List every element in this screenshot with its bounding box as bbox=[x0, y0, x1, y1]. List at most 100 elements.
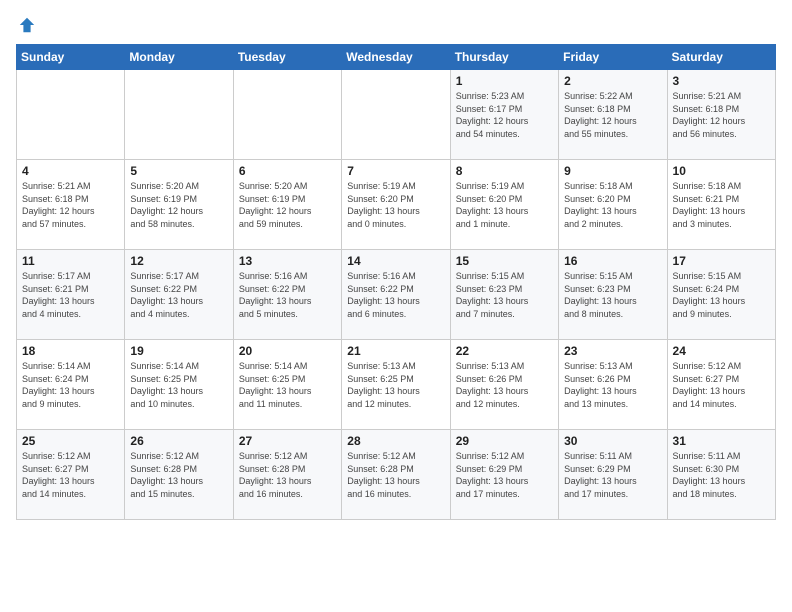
calendar-cell: 21 Sunrise: 5:13 AM Sunset: 6:25 PM Dayli… bbox=[342, 340, 450, 430]
calendar-cell: 30Sunrise: 5:11 AM Sunset: 6:29 PM Dayli… bbox=[559, 430, 667, 520]
calendar-cell: 5 Sunrise: 5:20 AM Sunset: 6:19 PM Daylig… bbox=[125, 160, 233, 250]
day-number: 3 bbox=[673, 74, 770, 88]
weekday-header: Tuesday bbox=[233, 45, 341, 70]
day-content: Sunrise: 5:12 AM Sunset: 6:27 PM Dayligh… bbox=[22, 450, 119, 500]
calendar-cell: 24Sunrise: 5:12 AM Sunset: 6:27 PM Dayli… bbox=[667, 340, 775, 430]
calendar-cell: 2Sunrise: 5:22 AM Sunset: 6:18 PM Daylig… bbox=[559, 70, 667, 160]
weekday-header: Sunday bbox=[17, 45, 125, 70]
day-number: 24 bbox=[673, 344, 770, 358]
weekday-header: Monday bbox=[125, 45, 233, 70]
calendar-cell: 14 Sunrise: 5:16 AM Sunset: 6:22 PM Dayli… bbox=[342, 250, 450, 340]
day-number: 26 bbox=[130, 434, 227, 448]
day-content: Sunrise: 5:11 AM Sunset: 6:30 PM Dayligh… bbox=[673, 450, 770, 500]
day-content: Sunrise: 5:13 AM Sunset: 6:26 PM Dayligh… bbox=[456, 360, 553, 410]
day-number: 21 bbox=[347, 344, 444, 358]
calendar-cell: 13Sunrise: 5:16 AM Sunset: 6:22 PM Dayli… bbox=[233, 250, 341, 340]
day-number: 23 bbox=[564, 344, 661, 358]
logo bbox=[16, 16, 38, 34]
calendar-header: SundayMondayTuesdayWednesdayThursdayFrid… bbox=[17, 45, 776, 70]
day-content: Sunrise: 5:21 AM Sunset: 6:18 PM Dayligh… bbox=[22, 180, 119, 230]
day-number: 1 bbox=[456, 74, 553, 88]
calendar-cell: 26 Sunrise: 5:12 AM Sunset: 6:28 PM Dayli… bbox=[125, 430, 233, 520]
day-number: 15 bbox=[456, 254, 553, 268]
weekday-header: Thursday bbox=[450, 45, 558, 70]
day-content: Sunrise: 5:23 AM Sunset: 6:17 PM Dayligh… bbox=[456, 90, 553, 140]
day-content: Sunrise: 5:12 AM Sunset: 6:28 PM Dayligh… bbox=[239, 450, 336, 500]
day-content: Sunrise: 5:16 AM Sunset: 6:22 PM Dayligh… bbox=[347, 270, 444, 320]
calendar-cell bbox=[17, 70, 125, 160]
logo-icon bbox=[18, 16, 36, 34]
day-content: Sunrise: 5:18 AM Sunset: 6:21 PM Dayligh… bbox=[673, 180, 770, 230]
day-number: 20 bbox=[239, 344, 336, 358]
calendar-cell: 23 Sunrise: 5:13 AM Sunset: 6:26 PM Dayli… bbox=[559, 340, 667, 430]
day-number: 8 bbox=[456, 164, 553, 178]
day-content: Sunrise: 5:20 AM Sunset: 6:19 PM Dayligh… bbox=[130, 180, 227, 230]
calendar-cell: 27 Sunrise: 5:12 AM Sunset: 6:28 PM Dayli… bbox=[233, 430, 341, 520]
day-number: 9 bbox=[564, 164, 661, 178]
day-number: 13 bbox=[239, 254, 336, 268]
day-content: Sunrise: 5:19 AM Sunset: 6:20 PM Dayligh… bbox=[456, 180, 553, 230]
weekday-header: Wednesday bbox=[342, 45, 450, 70]
calendar-cell: 6Sunrise: 5:20 AM Sunset: 6:19 PM Daylig… bbox=[233, 160, 341, 250]
day-number: 18 bbox=[22, 344, 119, 358]
calendar-cell: 19 Sunrise: 5:14 AM Sunset: 6:25 PM Dayli… bbox=[125, 340, 233, 430]
day-content: Sunrise: 5:17 AM Sunset: 6:22 PM Dayligh… bbox=[130, 270, 227, 320]
day-number: 22 bbox=[456, 344, 553, 358]
day-number: 29 bbox=[456, 434, 553, 448]
day-number: 17 bbox=[673, 254, 770, 268]
day-content: Sunrise: 5:14 AM Sunset: 6:25 PM Dayligh… bbox=[239, 360, 336, 410]
day-number: 27 bbox=[239, 434, 336, 448]
weekday-header: Saturday bbox=[667, 45, 775, 70]
day-number: 28 bbox=[347, 434, 444, 448]
calendar-body: 1 Sunrise: 5:23 AM Sunset: 6:17 PM Daylig… bbox=[17, 70, 776, 520]
day-number: 16 bbox=[564, 254, 661, 268]
calendar-week-row: 25 Sunrise: 5:12 AM Sunset: 6:27 PM Dayli… bbox=[17, 430, 776, 520]
day-number: 10 bbox=[673, 164, 770, 178]
calendar-cell: 3 Sunrise: 5:21 AM Sunset: 6:18 PM Daylig… bbox=[667, 70, 775, 160]
calendar-cell: 22 Sunrise: 5:13 AM Sunset: 6:26 PM Dayli… bbox=[450, 340, 558, 430]
calendar-cell: 1 Sunrise: 5:23 AM Sunset: 6:17 PM Daylig… bbox=[450, 70, 558, 160]
day-number: 6 bbox=[239, 164, 336, 178]
day-number: 12 bbox=[130, 254, 227, 268]
day-content: Sunrise: 5:12 AM Sunset: 6:28 PM Dayligh… bbox=[130, 450, 227, 500]
calendar-cell: 28 Sunrise: 5:12 AM Sunset: 6:28 PM Dayli… bbox=[342, 430, 450, 520]
day-number: 25 bbox=[22, 434, 119, 448]
day-number: 14 bbox=[347, 254, 444, 268]
calendar-cell: 8 Sunrise: 5:19 AM Sunset: 6:20 PM Daylig… bbox=[450, 160, 558, 250]
day-content: Sunrise: 5:15 AM Sunset: 6:23 PM Dayligh… bbox=[456, 270, 553, 320]
calendar-cell: 12 Sunrise: 5:17 AM Sunset: 6:22 PM Dayli… bbox=[125, 250, 233, 340]
calendar-week-row: 1 Sunrise: 5:23 AM Sunset: 6:17 PM Daylig… bbox=[17, 70, 776, 160]
calendar-cell: 7Sunrise: 5:19 AM Sunset: 6:20 PM Daylig… bbox=[342, 160, 450, 250]
calendar-cell bbox=[125, 70, 233, 160]
page-header bbox=[16, 16, 776, 34]
calendar-cell: 11 Sunrise: 5:17 AM Sunset: 6:21 PM Dayli… bbox=[17, 250, 125, 340]
calendar-cell: 15 Sunrise: 5:15 AM Sunset: 6:23 PM Dayli… bbox=[450, 250, 558, 340]
day-content: Sunrise: 5:12 AM Sunset: 6:29 PM Dayligh… bbox=[456, 450, 553, 500]
calendar-cell bbox=[342, 70, 450, 160]
calendar-cell: 10 Sunrise: 5:18 AM Sunset: 6:21 PM Dayli… bbox=[667, 160, 775, 250]
day-content: Sunrise: 5:15 AM Sunset: 6:24 PM Dayligh… bbox=[673, 270, 770, 320]
calendar-week-row: 18Sunrise: 5:14 AM Sunset: 6:24 PM Dayli… bbox=[17, 340, 776, 430]
day-content: Sunrise: 5:18 AM Sunset: 6:20 PM Dayligh… bbox=[564, 180, 661, 230]
calendar-table: SundayMondayTuesdayWednesdayThursdayFrid… bbox=[16, 44, 776, 520]
day-content: Sunrise: 5:17 AM Sunset: 6:21 PM Dayligh… bbox=[22, 270, 119, 320]
day-number: 11 bbox=[22, 254, 119, 268]
day-number: 4 bbox=[22, 164, 119, 178]
calendar-cell: 4 Sunrise: 5:21 AM Sunset: 6:18 PM Daylig… bbox=[17, 160, 125, 250]
calendar-cell: 9 Sunrise: 5:18 AM Sunset: 6:20 PM Daylig… bbox=[559, 160, 667, 250]
day-number: 5 bbox=[130, 164, 227, 178]
day-content: Sunrise: 5:14 AM Sunset: 6:25 PM Dayligh… bbox=[130, 360, 227, 410]
day-number: 19 bbox=[130, 344, 227, 358]
calendar-cell bbox=[233, 70, 341, 160]
day-content: Sunrise: 5:15 AM Sunset: 6:23 PM Dayligh… bbox=[564, 270, 661, 320]
day-content: Sunrise: 5:21 AM Sunset: 6:18 PM Dayligh… bbox=[673, 90, 770, 140]
day-content: Sunrise: 5:13 AM Sunset: 6:26 PM Dayligh… bbox=[564, 360, 661, 410]
calendar-cell: 20 Sunrise: 5:14 AM Sunset: 6:25 PM Dayli… bbox=[233, 340, 341, 430]
calendar-cell: 25 Sunrise: 5:12 AM Sunset: 6:27 PM Dayli… bbox=[17, 430, 125, 520]
day-number: 30 bbox=[564, 434, 661, 448]
day-content: Sunrise: 5:22 AM Sunset: 6:18 PM Dayligh… bbox=[564, 90, 661, 140]
weekday-header: Friday bbox=[559, 45, 667, 70]
calendar-cell: 17 Sunrise: 5:15 AM Sunset: 6:24 PM Dayli… bbox=[667, 250, 775, 340]
day-content: Sunrise: 5:12 AM Sunset: 6:28 PM Dayligh… bbox=[347, 450, 444, 500]
day-content: Sunrise: 5:13 AM Sunset: 6:25 PM Dayligh… bbox=[347, 360, 444, 410]
